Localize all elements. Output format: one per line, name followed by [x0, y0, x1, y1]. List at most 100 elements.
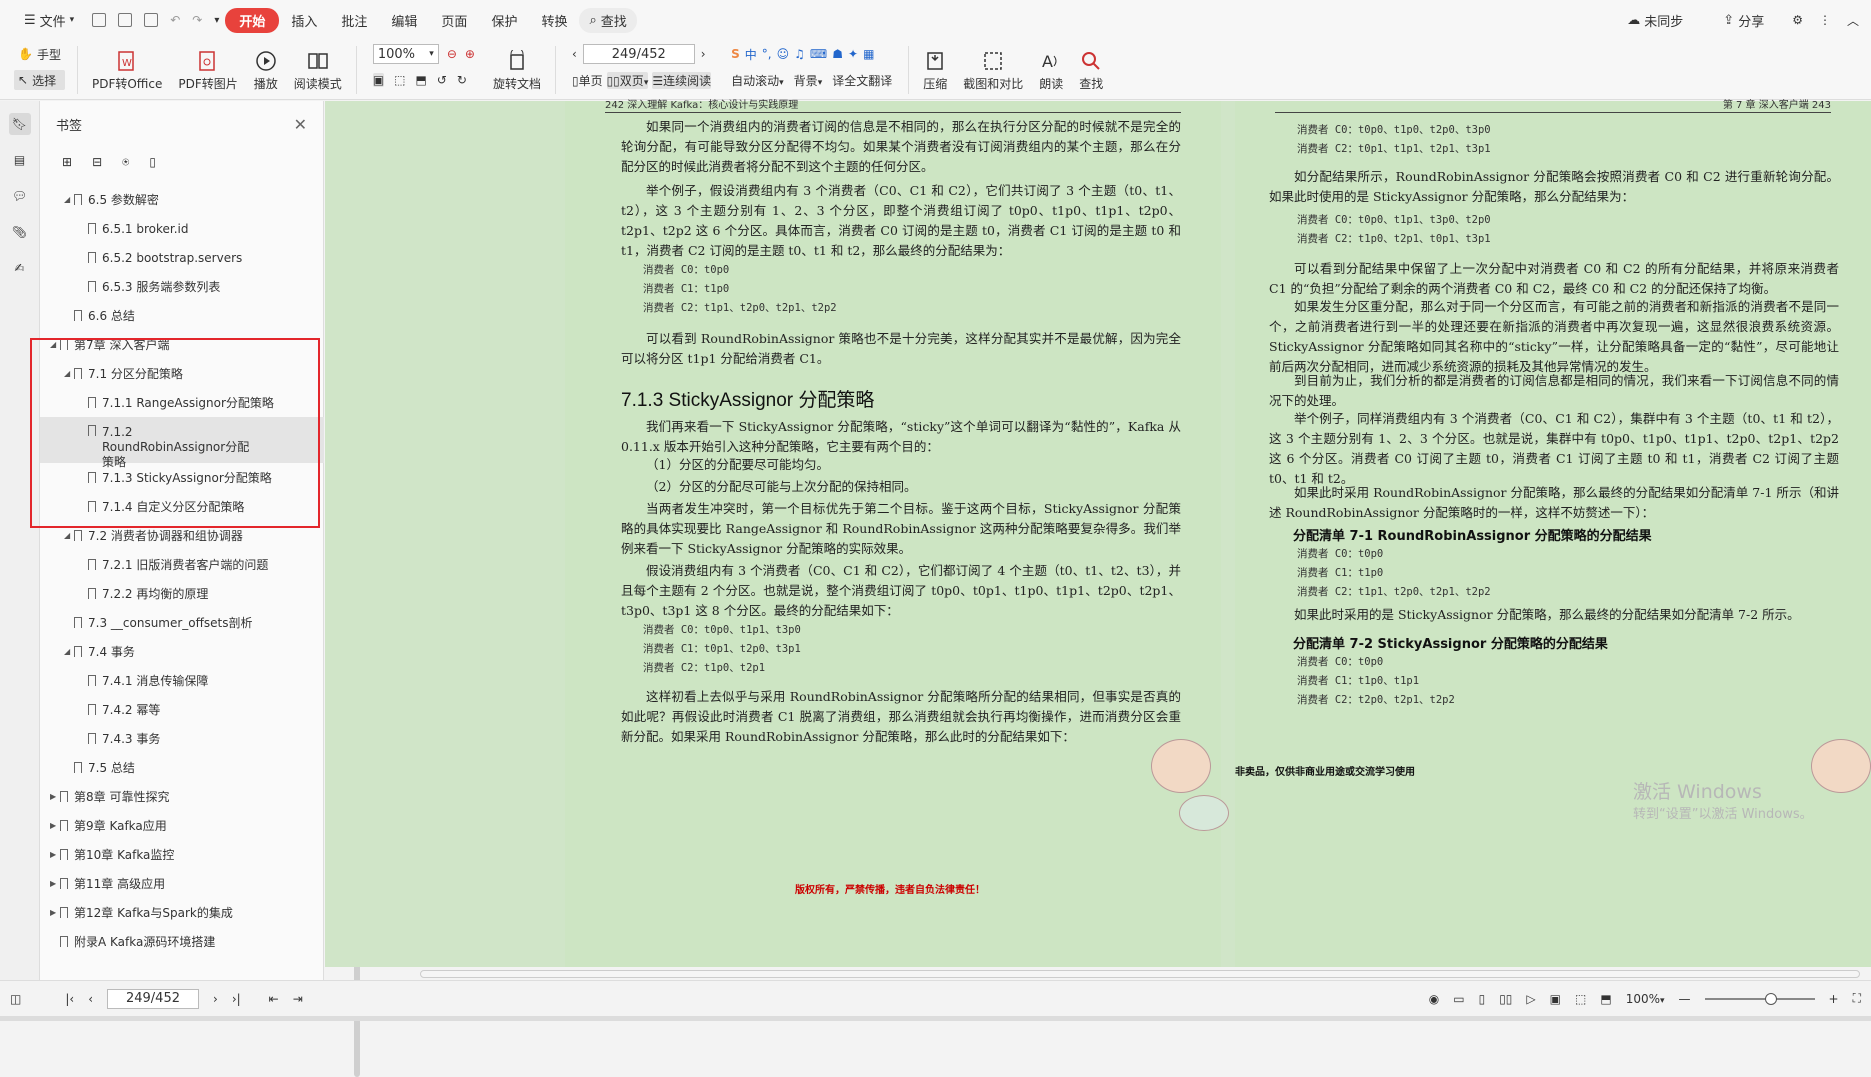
- fit-width-status-icon[interactable]: ⬒: [1600, 992, 1611, 1006]
- open-icon[interactable]: [92, 13, 107, 27]
- sogou-ime-icon[interactable]: S: [731, 47, 740, 61]
- tab-page[interactable]: 页面: [429, 11, 479, 30]
- bookmark-item[interactable]: ▶ 第8章 可靠性探究: [40, 782, 324, 811]
- hand-tool[interactable]: ✋ 手型: [14, 44, 65, 64]
- bookmark-item[interactable]: 6.5.3 服务端参数列表: [40, 272, 324, 301]
- background-button[interactable]: 背景▾: [794, 72, 823, 89]
- skin-icon[interactable]: ✦: [848, 47, 858, 61]
- single-page-status-icon[interactable]: ▭: [1453, 992, 1464, 1006]
- bookmark-item[interactable]: ▶ 第9章 Kafka应用: [40, 811, 324, 840]
- keyboard-icon[interactable]: ⌨: [810, 47, 827, 61]
- bookmark-item[interactable]: ▶ 第10章 Kafka监控: [40, 840, 324, 869]
- comment-rail-icon[interactable]: 💬︎: [9, 185, 31, 207]
- play-button[interactable]: 播放: [246, 44, 286, 96]
- next-page-icon[interactable]: ›: [701, 47, 706, 61]
- bookmark-item[interactable]: 7.2.1 旧版消费者客户端的问题: [40, 550, 324, 579]
- double-page-button[interactable]: ▯▯双页▾: [606, 71, 649, 89]
- continuous-read-button[interactable]: ☰连续阅读: [652, 71, 712, 89]
- fullscreen-icon[interactable]: ⛶: [1853, 991, 1861, 1006]
- redo-icon[interactable]: ↷: [192, 13, 202, 27]
- bookmark-item[interactable]: 6.6 总结: [40, 301, 324, 330]
- bookmark-item[interactable]: ▶ 第12章 Kafka与Spark的集成: [40, 898, 324, 927]
- actual-size-status-icon[interactable]: ▣: [1550, 992, 1561, 1006]
- bookmark-icon[interactable]: ▯: [149, 155, 156, 169]
- pdf-to-office-button[interactable]: W PDF转Office: [84, 44, 170, 96]
- tab-edit[interactable]: 编辑: [379, 11, 429, 30]
- rotate-left-icon[interactable]: ↺: [437, 73, 447, 87]
- fit-page-status-icon[interactable]: ⬚: [1575, 992, 1586, 1006]
- next-page-icon[interactable]: ›: [213, 992, 218, 1006]
- sync-status[interactable]: ☁ 未同步: [1615, 11, 1695, 30]
- close-icon[interactable]: ✕: [294, 115, 307, 134]
- single-page-view-icon[interactable]: ▯: [1479, 992, 1486, 1006]
- translate-button[interactable]: 译全文翻译: [832, 72, 892, 89]
- zoom-out-icon[interactable]: ⊖: [447, 47, 457, 61]
- zoom-in-icon[interactable]: +: [1829, 992, 1839, 1006]
- bookmark-item[interactable]: 6.5.1 broker.id: [40, 214, 324, 243]
- bookmark-rail-icon[interactable]: 🔖︎: [8, 113, 31, 135]
- zoom-status[interactable]: 100%▾: [1626, 992, 1665, 1006]
- bookmark-item[interactable]: ◢ 7.4 事务: [40, 637, 324, 666]
- bookmark-item[interactable]: 6.5.2 bootstrap.servers: [40, 243, 324, 272]
- fit-width-icon[interactable]: ⬒: [416, 73, 427, 87]
- fit-page-icon[interactable]: ⬚: [394, 73, 405, 87]
- bookmark-item[interactable]: 7.4.1 消息传输保障: [40, 666, 324, 695]
- bookmark-item[interactable]: ▶ 第11章 高级应用: [40, 869, 324, 898]
- actual-size-icon[interactable]: ▣: [372, 73, 385, 87]
- ime-chinese-icon[interactable]: 中: [745, 46, 757, 63]
- forward-icon[interactable]: ⇥: [293, 992, 303, 1006]
- prev-page-icon[interactable]: ‹: [88, 992, 93, 1006]
- zoom-select[interactable]: 100% ▾: [372, 44, 439, 64]
- prev-page-icon[interactable]: ‹: [572, 47, 577, 61]
- read-aloud-button[interactable]: A 朗读: [1031, 44, 1071, 96]
- last-page-icon[interactable]: ›|: [232, 992, 241, 1006]
- expand-toggle-icon[interactable]: ▶: [50, 821, 60, 830]
- horizontal-scrollbar[interactable]: [420, 970, 1860, 978]
- zoom-slider[interactable]: [1704, 992, 1815, 1005]
- mic-icon[interactable]: ♫: [794, 47, 805, 61]
- toggle-panel-icon[interactable]: ◫: [10, 992, 21, 1006]
- file-menu[interactable]: ☰ 文件 ▾: [12, 11, 86, 30]
- settings-icon[interactable]: ⚙: [1792, 13, 1803, 27]
- rotate-right-icon[interactable]: ↻: [457, 73, 467, 87]
- zoom-in-icon[interactable]: ⊕: [465, 47, 475, 61]
- status-page-input[interactable]: 249/452: [107, 988, 199, 1009]
- bookmark-item[interactable]: 7.5 总结: [40, 753, 324, 782]
- autoscroll-button[interactable]: 自动滚动▾: [731, 72, 784, 89]
- bookmark-item[interactable]: ◢ 6.5 参数解密: [40, 185, 324, 214]
- more-options-icon[interactable]: ⋮: [1819, 13, 1831, 27]
- tab-protect[interactable]: 保护: [479, 11, 529, 30]
- expand-toggle-icon[interactable]: ▶: [50, 850, 60, 859]
- zoom-out-icon[interactable]: —: [1679, 992, 1691, 1006]
- tab-start[interactable]: 开始: [225, 7, 280, 33]
- eye-care-icon[interactable]: ◉: [1429, 992, 1439, 1006]
- compress-button[interactable]: 压缩: [915, 44, 955, 96]
- document-viewport[interactable]: 242 深入理解 Kafka：核心设计与实践原理 如果同一个消费组内的消费者订阅…: [325, 100, 1871, 967]
- ime-user-icon[interactable]: ☗: [832, 47, 843, 61]
- rotate-document-button[interactable]: 旋转文档: [485, 44, 549, 96]
- read-mode-button[interactable]: 阅读模式: [286, 44, 350, 96]
- pdf-to-image-button[interactable]: PDF转图片: [170, 44, 245, 96]
- print-icon[interactable]: [144, 13, 159, 27]
- undo-icon[interactable]: ↶: [170, 13, 180, 27]
- bookmark-item[interactable]: 7.4.2 幂等: [40, 695, 324, 724]
- attachment-rail-icon[interactable]: 📎︎: [9, 221, 31, 243]
- single-page-button[interactable]: ▯单页: [572, 72, 603, 89]
- double-page-view-icon[interactable]: ▯▯: [1499, 992, 1512, 1006]
- page-number-input[interactable]: 249/452: [582, 44, 695, 64]
- ime-punct-icon[interactable]: °,: [762, 47, 772, 61]
- search-box[interactable]: ⌕ 查找: [579, 7, 637, 33]
- bookmark-item[interactable]: 7.4.3 事务: [40, 724, 324, 753]
- zoom-slider-thumb[interactable]: [1764, 992, 1777, 1005]
- share-button[interactable]: ⇪ 分享: [1711, 11, 1776, 30]
- expand-toggle-icon[interactable]: ◢: [64, 195, 74, 204]
- add-bookmark-icon[interactable]: ⍟: [122, 155, 129, 170]
- screenshot-compare-button[interactable]: 截图和对比: [955, 44, 1031, 96]
- thumbnail-rail-icon[interactable]: ▤: [9, 149, 31, 171]
- emoji-icon[interactable]: ☺: [777, 47, 790, 61]
- tab-insert[interactable]: 插入: [279, 11, 329, 30]
- bookmark-item[interactable]: 附录A Kafka源码环境搭建: [40, 927, 324, 956]
- expand-toggle-icon[interactable]: ▶: [50, 879, 60, 888]
- more-icon[interactable]: ▾: [214, 15, 219, 26]
- first-page-icon[interactable]: |‹: [65, 992, 74, 1006]
